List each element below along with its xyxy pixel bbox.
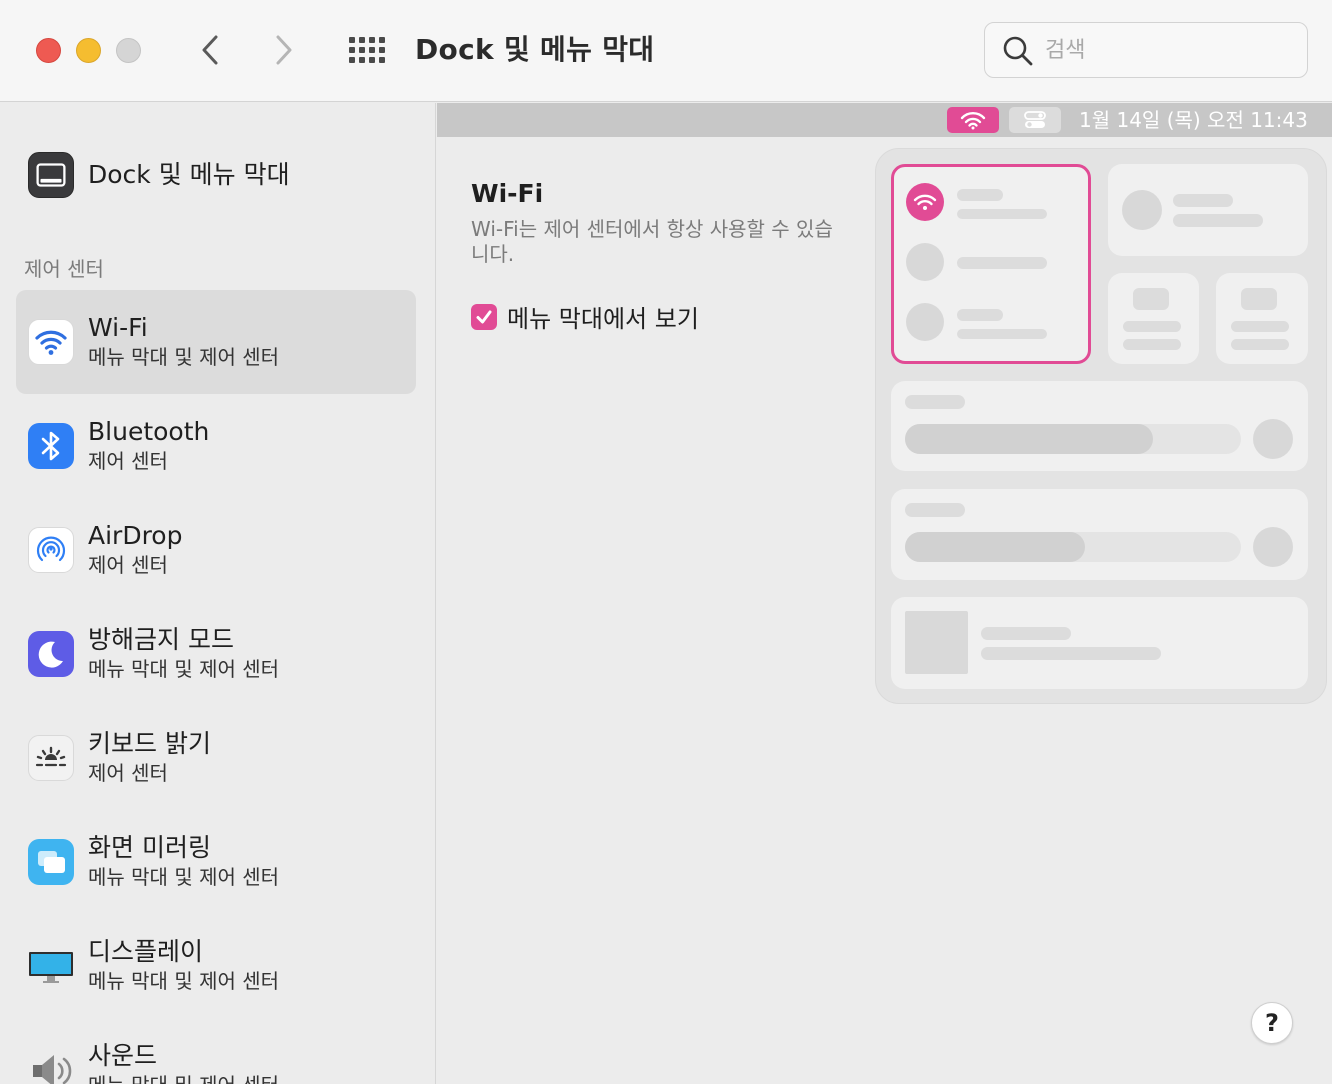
grid-icon — [349, 37, 385, 63]
sidebar-item-title: 방해금지 모드 — [88, 625, 234, 654]
back-button[interactable] — [192, 30, 228, 70]
sidebar-item-title: 화면 미러링 — [88, 833, 211, 862]
sidebar-item-do-not-disturb[interactable]: 방해금지 모드 메뉴 막대 및 제어 센터 — [16, 602, 416, 706]
sidebar-item-title: AirDrop — [88, 521, 183, 550]
sidebar-section-header: 제어 센터 — [24, 257, 104, 281]
menubar-wifi-icon — [947, 107, 999, 133]
close-window-button[interactable] — [36, 38, 61, 63]
preview-wifi-circle — [906, 183, 944, 221]
settings-pane: 1월 14일 (목) 오전 11:43 Wi-Fi Wi-Fi는 제어 센터에서… — [437, 103, 1332, 1084]
sidebar-item-sound[interactable]: 사운드 메뉴 막대 및 제어 센터 — [16, 1018, 416, 1084]
sidebar-item-subtitle: 메뉴 막대 및 제어 센터 — [88, 969, 280, 993]
moon-icon — [28, 631, 74, 677]
sidebar-item-bluetooth[interactable]: Bluetooth 제어 센터 — [16, 394, 416, 498]
sidebar-item-title: Wi-Fi — [88, 313, 148, 342]
sidebar-item-display[interactable]: 디스플레이 메뉴 막대 및 제어 센터 — [16, 914, 416, 1018]
checkmark-icon — [476, 310, 492, 323]
wifi-icon — [28, 319, 74, 365]
sidebar-item-subtitle: 메뉴 막대 및 제어 센터 — [88, 657, 280, 681]
sidebar-item-subtitle: 메뉴 막대 및 제어 센터 — [88, 345, 280, 369]
sidebar-item-subtitle: 메뉴 막대 및 제어 센터 — [88, 1071, 279, 1084]
chevron-right-icon — [276, 35, 292, 65]
sidebar-item-title: 디스플레이 — [88, 937, 204, 966]
sidebar-item-title: 키보드 밝기 — [88, 729, 211, 758]
search-icon — [1003, 36, 1033, 66]
bluetooth-icon — [28, 423, 74, 469]
pane-description: Wi-Fi는 제어 센터에서 항상 사용할 수 있습니다. — [471, 217, 833, 266]
dock-icon — [28, 152, 74, 198]
show-in-menubar-checkbox-row[interactable]: 메뉴 막대에서 보기 — [471, 299, 699, 334]
keyboard-brightness-icon — [28, 735, 74, 781]
sidebar-item-wifi[interactable]: Wi-Fi 메뉴 막대 및 제어 센터 — [16, 290, 416, 394]
chevron-left-icon — [202, 35, 218, 65]
menubar-clock: 1월 14일 (목) 오전 11:43 — [1079, 108, 1308, 132]
menubar-control-center-icon — [1009, 107, 1061, 133]
sidebar-item-keyboard-brightness[interactable]: 키보드 밝기 제어 센터 — [16, 706, 416, 810]
sidebar-item-subtitle: 제어 센터 — [88, 553, 168, 577]
show-all-button[interactable] — [344, 32, 388, 68]
menubar-preview: 1월 14일 (목) 오전 11:43 — [437, 103, 1332, 137]
show-in-menubar-label: 메뉴 막대에서 보기 — [507, 305, 699, 333]
sidebar: Dock 및 메뉴 막대 제어 센터 Wi-Fi 메뉴 막대 및 제어 센터 B… — [0, 103, 436, 1084]
preview-network-tile — [891, 164, 1091, 364]
control-center-preview — [875, 148, 1327, 704]
window-toolbar: Dock 및 메뉴 막대 — [0, 0, 1332, 102]
sidebar-item-subtitle: 메뉴 막대 및 제어 센터 — [88, 865, 280, 889]
forward-button[interactable] — [266, 30, 302, 70]
show-in-menubar-checkbox[interactable] — [471, 303, 497, 330]
wifi-icon — [913, 194, 937, 210]
sidebar-item-title: 사운드 — [88, 1041, 158, 1070]
sidebar-item-subtitle: 제어 센터 — [88, 761, 168, 785]
display-icon — [28, 943, 74, 989]
zoom-window-button[interactable] — [116, 38, 141, 63]
minimize-window-button[interactable] — [76, 38, 101, 63]
screen-mirroring-icon — [28, 839, 74, 885]
search-input[interactable] — [1045, 33, 1295, 67]
airdrop-icon — [28, 527, 74, 573]
sidebar-item-dock-menubar[interactable]: Dock 및 메뉴 막대 — [16, 139, 416, 211]
search-field[interactable] — [984, 22, 1308, 78]
sidebar-item-subtitle: 제어 센터 — [88, 449, 168, 473]
sidebar-item-label: Dock 및 메뉴 막대 — [88, 160, 290, 189]
sidebar-item-screen-mirroring[interactable]: 화면 미러링 메뉴 막대 및 제어 센터 — [16, 810, 416, 914]
pane-title: Wi-Fi — [471, 179, 544, 208]
sidebar-item-title: Bluetooth — [88, 417, 210, 446]
speaker-icon — [28, 1047, 74, 1084]
window-title: Dock 및 메뉴 막대 — [415, 33, 655, 66]
help-button[interactable]: ? — [1251, 1002, 1293, 1044]
sidebar-item-airdrop[interactable]: AirDrop 제어 센터 — [16, 498, 416, 602]
